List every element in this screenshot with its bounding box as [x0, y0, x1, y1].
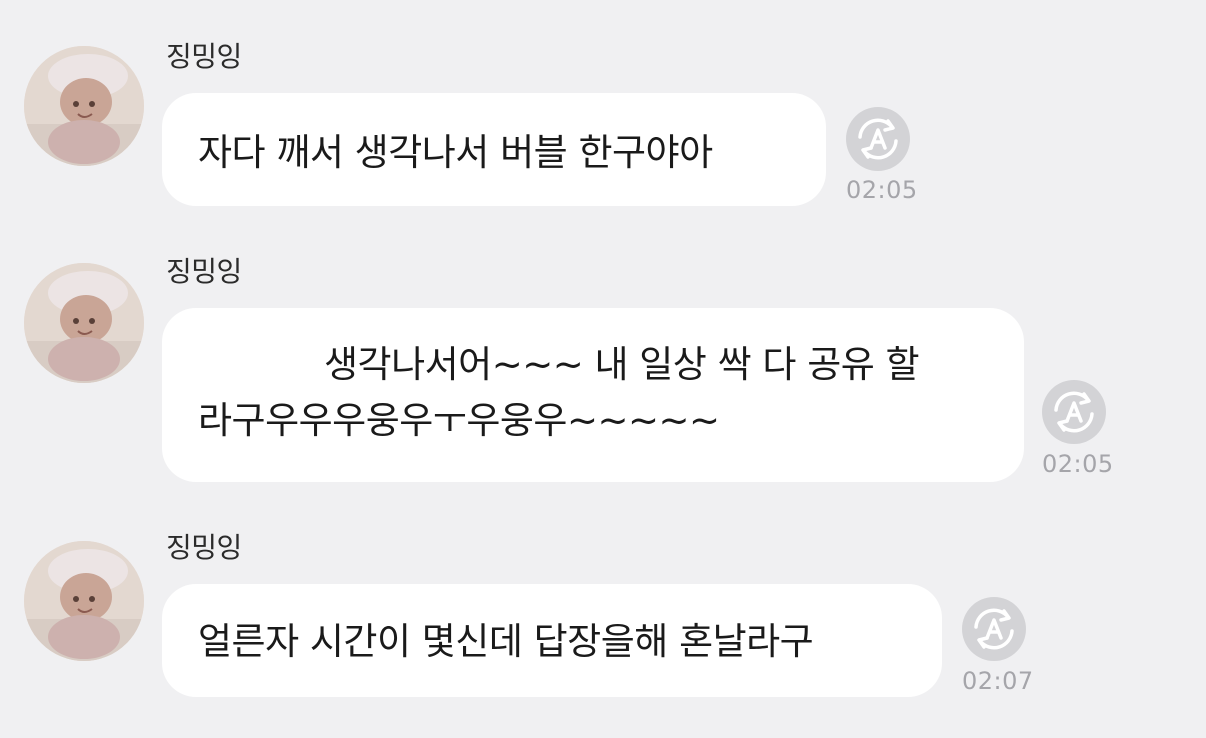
message-text-line: 라구우우우웅우ㅜ우웅우~~~~~ — [198, 399, 720, 442]
message-text-line: 생각나서어~~~ 내 일상 싹 다 공유 할 — [198, 342, 1024, 388]
message-bubble[interactable]: 자다 깨서 생각나서 버블 한구야아 — [162, 93, 826, 206]
auto-translate-icon[interactable] — [962, 597, 1026, 661]
message-timestamp: 02:05 — [846, 176, 918, 204]
sender-avatar[interactable] — [24, 46, 144, 166]
message-bubble[interactable]: 얼른자 시간이 몇신데 답장을해 혼날라구 — [162, 584, 942, 697]
message-bubble[interactable]: 생각나서어~~~ 내 일상 싹 다 공유 할 라구우우우웅우ㅜ우웅우~~~~~ — [162, 308, 1024, 482]
message-timestamp: 02:05 — [1042, 450, 1114, 478]
message-text-line: 자다 깨서 생각나서 버블 한구야아 — [198, 131, 713, 174]
auto-translate-icon[interactable] — [846, 107, 910, 171]
message-timestamp: 02:07 — [962, 667, 1034, 695]
sender-name: 징밍잉 — [166, 255, 242, 288]
message-text-segment: 생각나서어~~~ 내 일상 싹 다 공유 할 — [324, 343, 920, 386]
auto-translate-icon[interactable] — [1042, 380, 1106, 444]
redacted-name — [198, 351, 302, 382]
message-text-line: 얼른자 시간이 몇신데 답장을해 혼날라구 — [198, 620, 814, 663]
sender-avatar[interactable] — [24, 541, 144, 661]
sender-name: 징밍잉 — [166, 531, 242, 564]
sender-name: 징밍잉 — [166, 40, 242, 73]
sender-avatar[interactable] — [24, 263, 144, 383]
